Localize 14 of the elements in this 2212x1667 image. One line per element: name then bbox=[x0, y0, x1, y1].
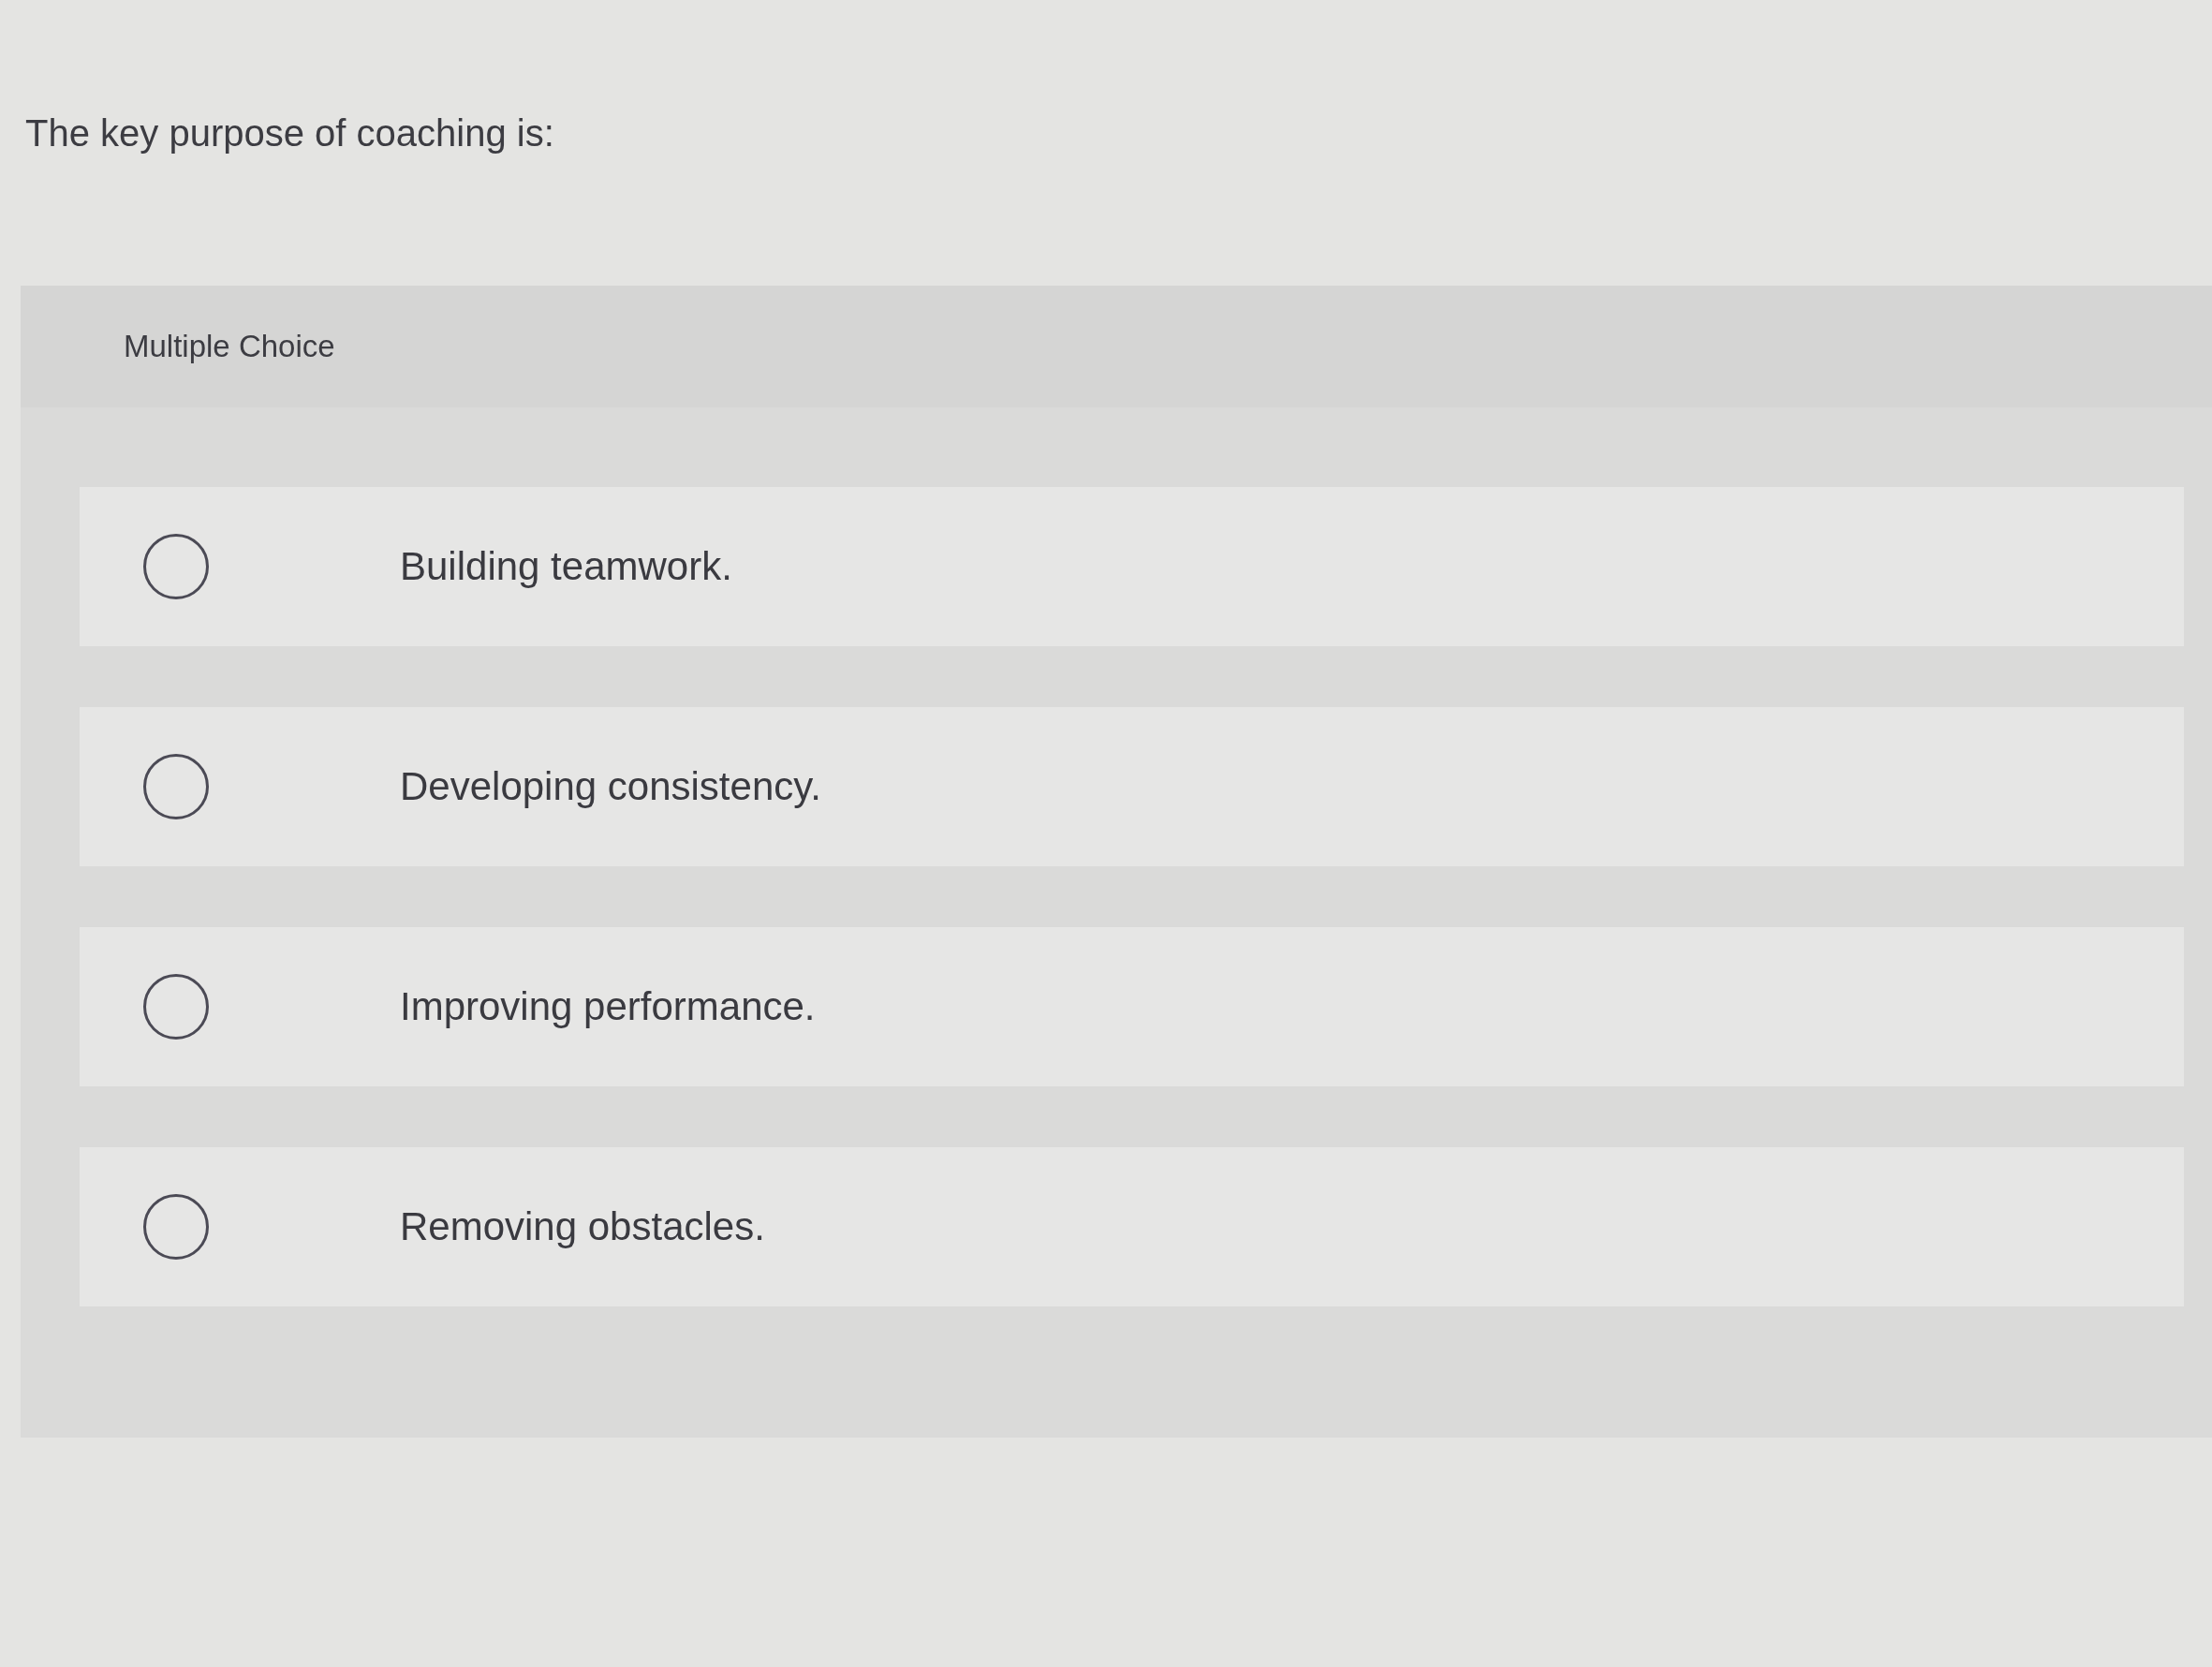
radio-button[interactable] bbox=[143, 754, 209, 819]
option-label: Improving performance. bbox=[400, 983, 816, 1030]
option-label: Removing obstacles. bbox=[400, 1203, 765, 1250]
radio-button[interactable] bbox=[143, 1194, 209, 1260]
radio-button[interactable] bbox=[143, 534, 209, 599]
answer-option-row[interactable]: Developing consistency. bbox=[80, 707, 2184, 866]
option-label: Developing consistency. bbox=[400, 763, 821, 810]
radio-button[interactable] bbox=[143, 974, 209, 1040]
answer-option-row[interactable]: Improving performance. bbox=[80, 927, 2184, 1086]
option-label: Building teamwork. bbox=[400, 543, 732, 590]
question-type-label: Multiple Choice bbox=[124, 328, 335, 366]
question-text: The key purpose of coaching is: bbox=[25, 112, 554, 154]
answer-option-row[interactable]: Removing obstacles. bbox=[80, 1147, 2184, 1306]
answer-option-row[interactable]: Building teamwork. bbox=[80, 487, 2184, 646]
